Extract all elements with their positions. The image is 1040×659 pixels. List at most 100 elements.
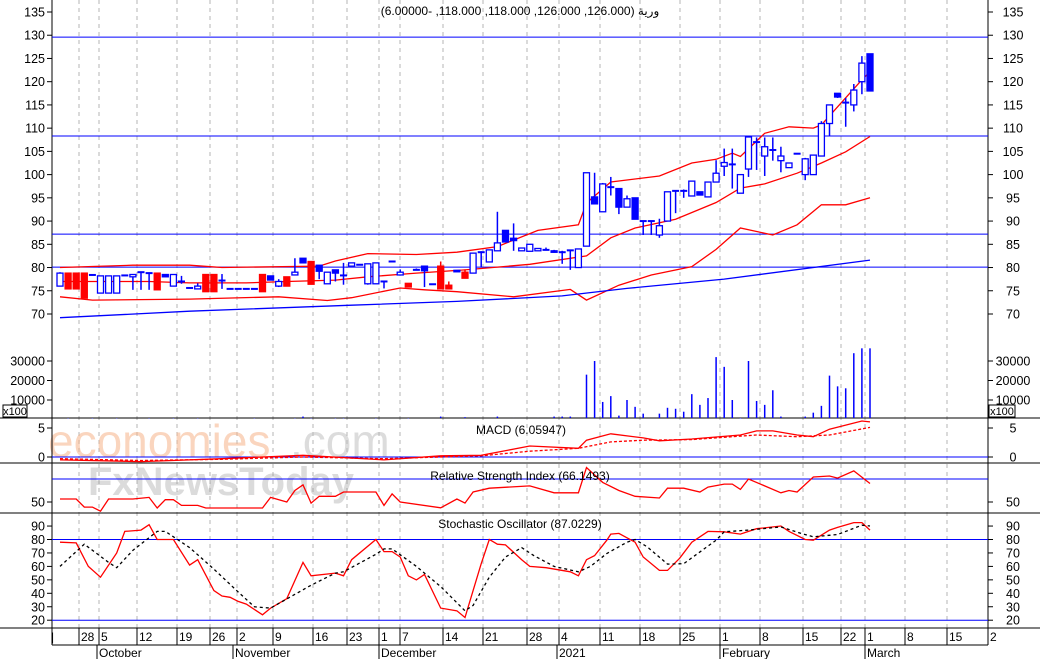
- stoch-tick-label: 70: [1006, 546, 1020, 560]
- candle-body: [323, 271, 331, 285]
- candle-body: [534, 247, 542, 252]
- candle-body: [283, 276, 291, 287]
- week-label: 15: [949, 630, 963, 644]
- price-tick-label: 130: [1003, 29, 1024, 43]
- price-tick-label: 90: [1006, 215, 1020, 229]
- price-tick-label: 95: [31, 191, 45, 205]
- week-label: 19: [179, 630, 193, 644]
- candle-body: [210, 273, 218, 293]
- week-label: 23: [349, 630, 363, 644]
- stoch-tick-label: 80: [31, 533, 45, 547]
- volume-bars: [67, 348, 871, 419]
- macd-tick-label: 0: [1010, 451, 1017, 465]
- candle-body: [663, 191, 672, 222]
- candle-body: [817, 122, 826, 157]
- candle-body: [364, 263, 372, 285]
- volume-tick-label: 20000: [10, 374, 45, 388]
- candle-body: [275, 280, 283, 287]
- week-label: 8: [907, 630, 914, 644]
- stoch-tick-label: 30: [1006, 600, 1020, 614]
- price-tick-label: 125: [1003, 52, 1024, 66]
- horizontal-levels: [52, 36, 988, 621]
- stoch-tick-label: 80: [1006, 533, 1020, 547]
- price-tick-label: 110: [25, 122, 45, 136]
- volume-tick-label: 30000: [996, 355, 1031, 369]
- chart-title: ورية (126.000, 126.000, 118.000, 118.000…: [381, 4, 660, 18]
- grid-lines: [78, 0, 948, 628]
- candle-body: [420, 265, 429, 272]
- candle-body: [437, 265, 445, 290]
- week-label: 25: [682, 630, 696, 644]
- candle-body: [113, 275, 121, 294]
- week-label: 18: [642, 630, 656, 644]
- stoch-tick-label: 50: [1006, 573, 1020, 587]
- week-label: 8: [762, 630, 769, 644]
- week-label: 12: [139, 630, 153, 644]
- month-label: October: [99, 646, 142, 659]
- candle-body: [445, 284, 453, 290]
- week-label: 1: [722, 630, 729, 644]
- stoch-tick-label: 60: [1006, 560, 1020, 574]
- candle-body: [712, 172, 720, 183]
- candle-body: [129, 273, 137, 278]
- candle-body: [599, 183, 607, 213]
- candle-body: [469, 252, 477, 274]
- candle-body: [404, 282, 412, 288]
- candle-body: [550, 250, 558, 253]
- candle-body: [526, 243, 534, 252]
- candle-body: [202, 273, 210, 293]
- candlesticks: [56, 53, 874, 299]
- rsi-tick-label: 50: [1006, 496, 1020, 510]
- candle-body: [347, 262, 356, 267]
- week-label: 1: [867, 630, 874, 644]
- week-label: 15: [805, 630, 819, 644]
- candle-body: [825, 104, 834, 125]
- macd-tick-label: 5: [38, 422, 45, 436]
- stoch-k-line: [59, 521, 871, 619]
- candle-body: [518, 247, 526, 252]
- price-tick-label: 90: [31, 215, 45, 229]
- candle-body: [64, 272, 72, 290]
- volume-unit-left: x100: [3, 406, 27, 418]
- macd-tick-label: 5: [1010, 422, 1017, 436]
- candle-body: [623, 198, 631, 208]
- price-tick-label: 75: [31, 284, 45, 298]
- price-tick-label: 130: [24, 29, 45, 43]
- moving-average-line: [59, 259, 871, 319]
- price-tick-label: 135: [24, 6, 45, 20]
- candle-body: [461, 271, 469, 279]
- price-tick-label: 85: [1006, 238, 1020, 252]
- week-label: 14: [445, 630, 459, 644]
- price-tick-label: 110: [1003, 122, 1023, 136]
- candle-body: [266, 275, 275, 281]
- stock-chart: economies .com FxNewsToday 70 7075 7580 808…: [0, 0, 1040, 659]
- price-tick-label: 75: [1006, 284, 1020, 298]
- candle-body: [194, 285, 202, 290]
- candle-body: [56, 272, 64, 287]
- month-label: 2021: [559, 646, 586, 659]
- candle-body: [761, 146, 769, 157]
- week-label: 22: [843, 630, 857, 644]
- candle-body: [696, 191, 704, 196]
- candle-body: [590, 196, 599, 205]
- price-tick-label: 135: [1003, 6, 1024, 20]
- week-label: 2: [239, 630, 246, 644]
- macd-tick-label: 0: [38, 451, 45, 465]
- candle-body: [833, 92, 842, 98]
- price-tick-label: 120: [1003, 75, 1024, 89]
- bollinger-lower-line: [59, 197, 871, 302]
- price-tick-label: 115: [1003, 98, 1023, 112]
- price-tick-label: 100: [1003, 168, 1024, 182]
- stoch-tick-label: 20: [1006, 614, 1020, 628]
- stoch-tick-label: 20: [31, 614, 45, 628]
- candle-body: [631, 197, 639, 220]
- month-label: March: [867, 646, 900, 659]
- price-tick-label: 120: [24, 75, 45, 89]
- stoch-tick-label: 40: [1006, 587, 1020, 601]
- candle-body: [453, 269, 461, 273]
- candle-body: [704, 181, 712, 198]
- rsi-label: Relative Strength Index (66.1493): [430, 469, 609, 483]
- panel-frames: [0, 0, 1040, 646]
- month-label: February: [722, 646, 770, 659]
- candle-body: [258, 273, 267, 293]
